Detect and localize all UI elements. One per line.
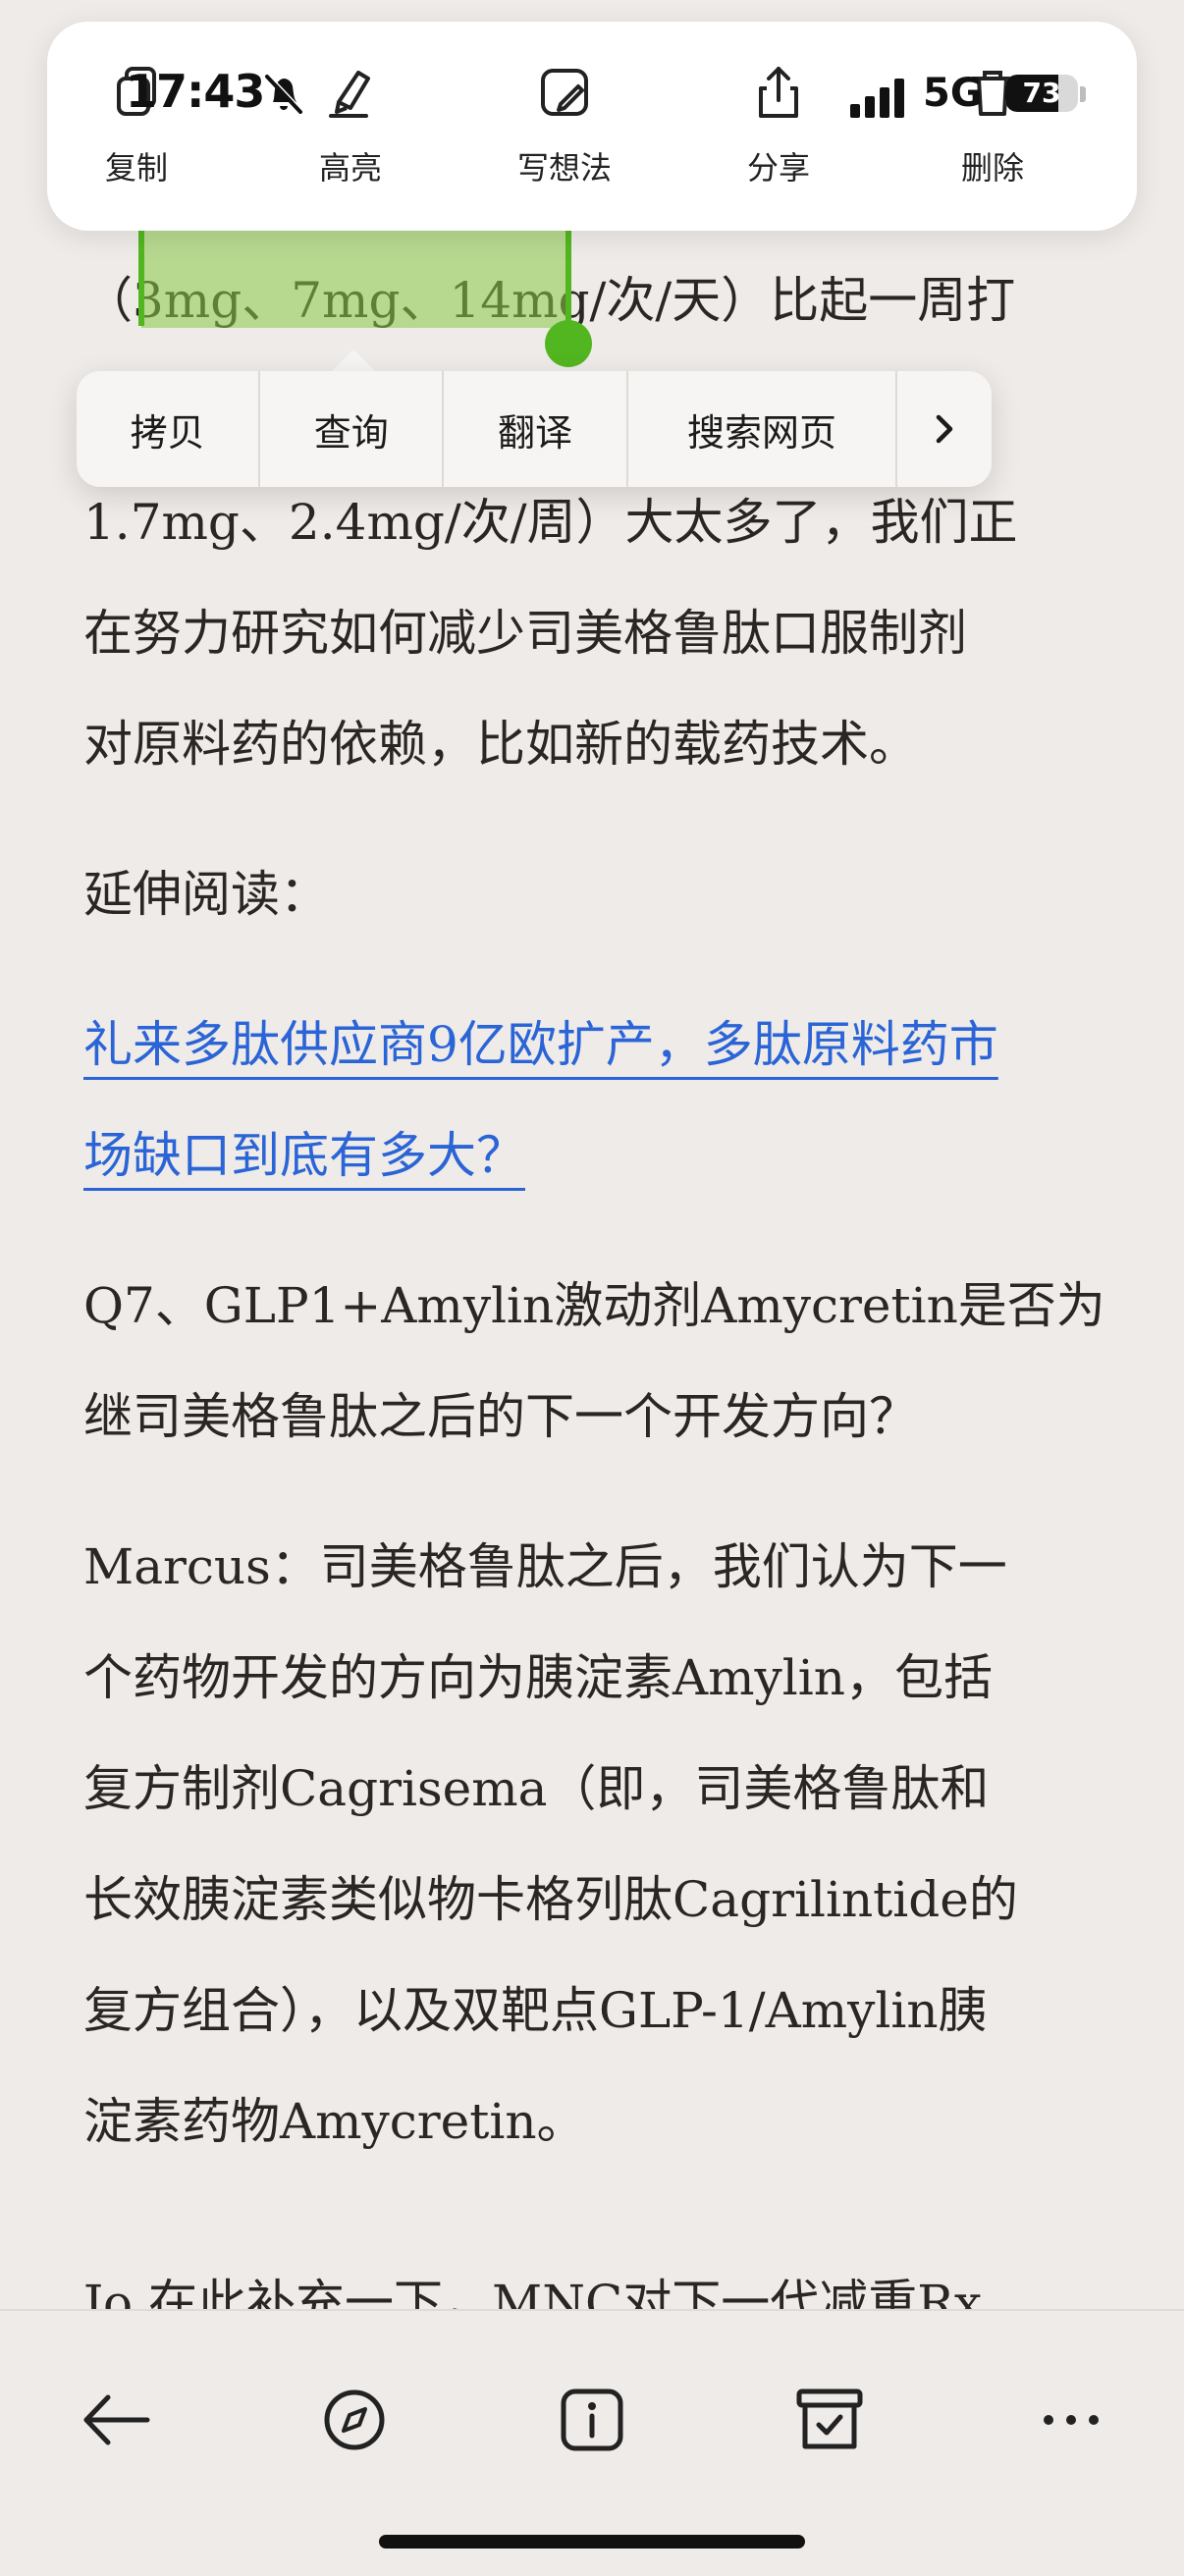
- delete-label: 删除: [960, 149, 1024, 187]
- link-line[interactable]: 场缺口到底有多大？: [83, 1127, 525, 1184]
- back-arrow-icon: [83, 2394, 150, 2445]
- further-reading-label: 延伸阅读：: [83, 866, 329, 923]
- copy-label: 复制: [104, 149, 168, 187]
- context-more-button[interactable]: [897, 371, 992, 487]
- article-line[interactable]: 复方组合），以及双靶点GLP-1/Amylin胰: [83, 1956, 1104, 2066]
- article-line[interactable]: 个药物开发的方向为胰淀素Amylin，包括: [83, 1623, 1104, 1734]
- context-copy[interactable]: 拷贝: [77, 371, 261, 487]
- copy-button[interactable]: 复制: [63, 22, 210, 231]
- archive-button[interactable]: [785, 2376, 874, 2464]
- back-button[interactable]: [73, 2376, 161, 2464]
- context-search-web[interactable]: 搜索网页: [628, 371, 898, 487]
- share-button[interactable]: 分享: [705, 22, 852, 231]
- answer-paragraph: Marcus：司美格鲁肽之后，我们认为下一 个药物开发的方向为胰淀素Amylin…: [83, 1512, 1104, 2177]
- highlighter-icon: [329, 71, 370, 118]
- link-line[interactable]: 礼来多肽供应商9亿欧扩产，多肽原料药市: [83, 1016, 998, 1073]
- further-reading-link[interactable]: 礼来多肽供应商9亿欧扩产，多肽原料药市 场缺口到底有多大？: [83, 990, 1104, 1211]
- chevron-right-icon: [936, 414, 953, 444]
- context-lookup[interactable]: 查询: [260, 371, 445, 487]
- write-thought-button[interactable]: 写想法: [491, 22, 638, 231]
- article-line[interactable]: 对原料药的依赖，比如新的载药技术。: [83, 689, 1104, 800]
- delete-button[interactable]: 删除: [919, 22, 1066, 231]
- info-button[interactable]: [548, 2376, 636, 2464]
- text-selection-highlight: [141, 214, 567, 328]
- article-line[interactable]: 在努力研究如何减少司美格鲁肽口服制剂: [83, 578, 1104, 689]
- selection-action-menu: 复制 高亮 写想法 分享 删除: [47, 22, 1137, 231]
- more-icon: [1044, 2415, 1099, 2425]
- home-indicator[interactable]: [379, 2535, 805, 2549]
- further-reading-heading: 延伸阅读：: [83, 839, 1104, 950]
- archive-icon: [796, 2388, 863, 2449]
- more-button[interactable]: [1027, 2376, 1115, 2464]
- highlight-button[interactable]: 高亮: [277, 22, 424, 231]
- info-icon: [561, 2388, 623, 2451]
- note-pencil-icon: [541, 69, 588, 116]
- article-line[interactable]: 继司美格鲁肽之后的下一个开发方向？: [83, 1362, 1104, 1473]
- context-translate[interactable]: 翻译: [444, 371, 628, 487]
- compass-icon: [324, 2389, 385, 2450]
- selection-end-handle[interactable]: [545, 320, 592, 367]
- article-line[interactable]: 淀素药物Amycretin。: [83, 2066, 1104, 2177]
- article-body: （3mg、7mg、14mg/次/天）比起一周打 1.7mg、2.4mg/次/周）…: [83, 245, 1105, 2177]
- highlight-label: 高亮: [318, 149, 382, 187]
- trash-icon: [971, 71, 1014, 116]
- share-icon: [759, 67, 798, 118]
- context-menu: 拷贝 查询 翻译 搜索网页: [77, 371, 992, 487]
- copy-icon: [117, 67, 156, 116]
- article-line[interactable]: 复方制剂Cagrisema（即，司美格鲁肽和: [83, 1734, 1104, 1845]
- context-menu-pointer: [332, 349, 375, 371]
- article-paragraph: （3mg、7mg、14mg/次/天）比起一周打 1.7mg、2.4mg/次/周）…: [83, 245, 1104, 800]
- share-label: 分享: [746, 149, 810, 187]
- article-line[interactable]: 长效胰淀素类似物卡格列肽Cagrilintide的: [83, 1845, 1104, 1956]
- write-thought-label: 写想法: [516, 149, 612, 187]
- discover-button[interactable]: [310, 2376, 399, 2464]
- question-q7: Q7、GLP1+Amylin激动剂Amycretin是否为 继司美格鲁肽之后的下…: [83, 1251, 1105, 1473]
- article-line[interactable]: Marcus：司美格鲁肽之后，我们认为下一: [83, 1512, 1104, 1623]
- article-line[interactable]: Q7、GLP1+Amylin激动剂Amycretin是否为: [83, 1251, 1105, 1362]
